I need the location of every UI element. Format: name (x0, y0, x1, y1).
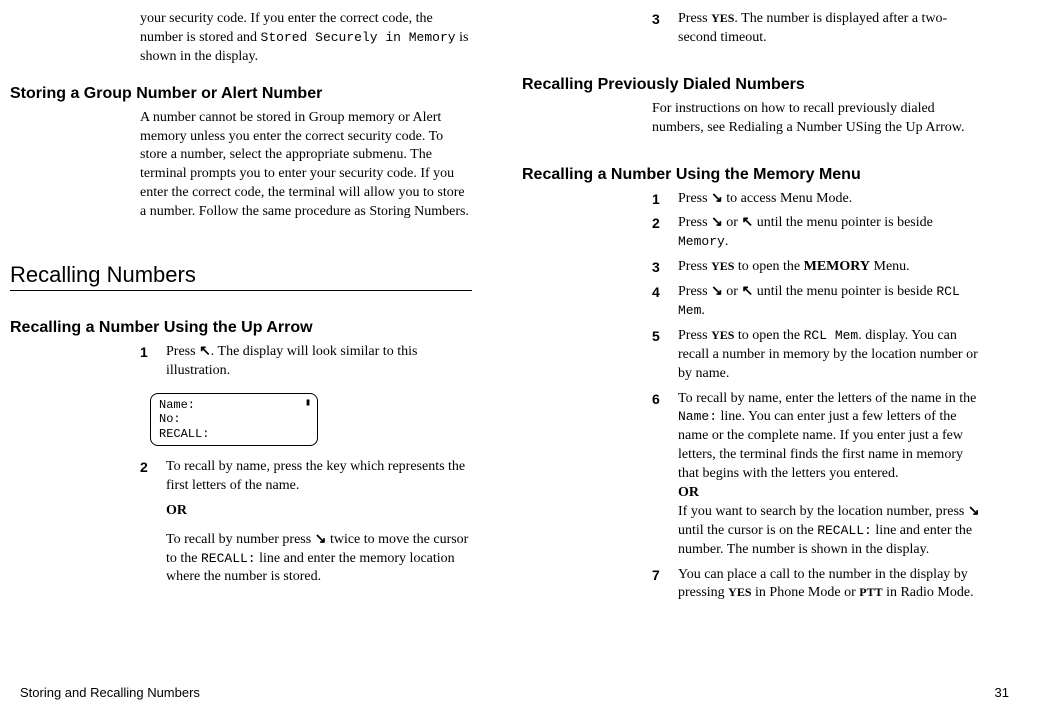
body-storing-group: A number cannot be stored in Group memor… (140, 109, 472, 222)
page-footer: Storing and Recalling Numbers 31 (20, 685, 1009, 700)
text: until the menu pointer is beside (753, 284, 936, 299)
mm-step-1: 1 Press ↘ to access Menu Mode. (652, 190, 984, 209)
step-text: To recall by name, press the key which r… (166, 458, 472, 587)
text: To recall by name, enter the letters of … (678, 391, 976, 406)
ptt-key: PTT (859, 585, 882, 599)
step-1: 1 Press ↖. The display will look similar… (140, 343, 472, 381)
right-column: 3 Press YES. The number is displayed aft… (497, 10, 1009, 603)
step-number: 1 (140, 343, 166, 381)
text: . (701, 303, 705, 318)
step-text: Press YES. The number is displayed after… (678, 10, 984, 48)
down-arrow-icon: ↘ (711, 191, 723, 206)
terminal-display: Name: ▮ No: RECALL: (150, 393, 318, 446)
step-number: 3 (652, 10, 678, 48)
mono-text: RCL Mem (804, 328, 859, 343)
text: To recall by number press (166, 532, 315, 547)
mm-step-3: 3 Press YES to open the MEMORY Menu. (652, 258, 984, 277)
step-text: Press ↘ or ↖ until the menu pointer is b… (678, 214, 984, 252)
body-recall-prev: For instructions on how to recall previo… (652, 100, 984, 138)
mm-step-6: 6 To recall by name, enter the letters o… (652, 390, 984, 560)
text: Press (678, 259, 711, 274)
text: line. You can enter just a few letters o… (678, 409, 963, 481)
up-arrow-icon: ↖ (741, 284, 753, 299)
text: Press (166, 344, 199, 359)
text: until the cursor is on the (678, 523, 817, 538)
text: Press (678, 191, 711, 206)
down-arrow-icon: ↘ (711, 284, 723, 299)
display-row1: Name: ▮ (159, 398, 309, 412)
step-text: Press YES to open the MEMORY Menu. (678, 258, 984, 277)
display-line2: No: (159, 412, 309, 426)
or-label: OR (678, 484, 984, 503)
heading-recalling-numbers: Recalling Numbers (10, 262, 472, 291)
page-number: 31 (995, 685, 1009, 700)
step-number: 3 (652, 258, 678, 277)
text: or (723, 284, 742, 299)
text: Press (678, 284, 711, 299)
mono-text: Stored Securely in Memory (261, 30, 456, 45)
down-arrow-icon: ↘ (968, 504, 980, 519)
step-text: To recall by name, enter the letters of … (678, 390, 984, 560)
yes-key: YES (728, 585, 751, 599)
text: Press (678, 215, 711, 230)
text: . (725, 234, 729, 249)
mono-text: RECALL: (817, 523, 872, 538)
display-line1: Name: (159, 398, 195, 412)
text: in Radio Mode. (883, 585, 974, 600)
heading-storing-group: Storing a Group Number or Alert Number (10, 85, 472, 103)
text: in Phone Mode or (752, 585, 860, 600)
step-number: 6 (652, 390, 678, 560)
step-2: 2 To recall by name, press the key which… (140, 458, 472, 587)
yes-key: YES (711, 328, 734, 342)
step-text: You can place a call to the number in th… (678, 566, 984, 604)
text: to open the (734, 328, 803, 343)
yes-key: YES (711, 259, 734, 273)
down-arrow-icon: ↘ (711, 215, 723, 230)
text: to open the (734, 259, 803, 274)
page-content: your security code. If you enter the cor… (0, 0, 1049, 603)
text: or (723, 215, 742, 230)
text: until the menu pointer is beside (753, 215, 933, 230)
step-number: 4 (652, 283, 678, 321)
heading-recall-prev: Recalling Previously Dialed Numbers (522, 76, 984, 94)
down-arrow-icon: ↘ (315, 532, 327, 547)
footer-title: Storing and Recalling Numbers (20, 685, 200, 700)
heading-recall-up-arrow: Recalling a Number Using the Up Arrow (10, 319, 472, 337)
step-text: Press ↖. The display will look similar t… (166, 343, 472, 381)
text: Press (678, 328, 711, 343)
text: to access Menu Mode. (723, 191, 852, 206)
text: Press (678, 11, 711, 26)
intro-paragraph: your security code. If you enter the cor… (140, 10, 472, 67)
text: If you want to search by the location nu… (678, 504, 968, 519)
step-3: 3 Press YES. The number is displayed aft… (652, 10, 984, 48)
text: To recall by number press ↘ twice to mov… (166, 531, 472, 588)
text: Menu. (870, 259, 910, 274)
up-arrow-icon: ↖ (199, 344, 211, 359)
up-arrow-icon: ↖ (741, 215, 753, 230)
step-number: 7 (652, 566, 678, 604)
or-label: OR (166, 502, 472, 521)
step-number: 2 (652, 214, 678, 252)
step-number: 1 (652, 190, 678, 209)
text: To recall by name, press the key which r… (166, 458, 472, 496)
step-text: Press ↘ to access Menu Mode. (678, 190, 984, 209)
mm-step-2: 2 Press ↘ or ↖ until the menu pointer is… (652, 214, 984, 252)
mono-text: RECALL: (201, 551, 256, 566)
mm-step-4: 4 Press ↘ or ↖ until the menu pointer is… (652, 283, 984, 321)
display-line3: RECALL: (159, 427, 309, 441)
yes-key: YES (711, 11, 734, 25)
left-column: your security code. If you enter the cor… (0, 10, 497, 603)
mm-step-7: 7 You can place a call to the number in … (652, 566, 984, 604)
step-text: Press YES to open the RCL Mem. display. … (678, 327, 984, 384)
signal-icon: ▮ (305, 398, 309, 412)
heading-recall-memory-menu: Recalling a Number Using the Memory Menu (522, 166, 984, 184)
mono-text: Name: (678, 409, 717, 424)
step-number: 5 (652, 327, 678, 384)
mm-step-5: 5 Press YES to open the RCL Mem. display… (652, 327, 984, 384)
step-number: 2 (140, 458, 166, 587)
step-text: Press ↘ or ↖ until the menu pointer is b… (678, 283, 984, 321)
menu-name: MEMORY (804, 259, 870, 274)
mono-text: Memory (678, 234, 725, 249)
